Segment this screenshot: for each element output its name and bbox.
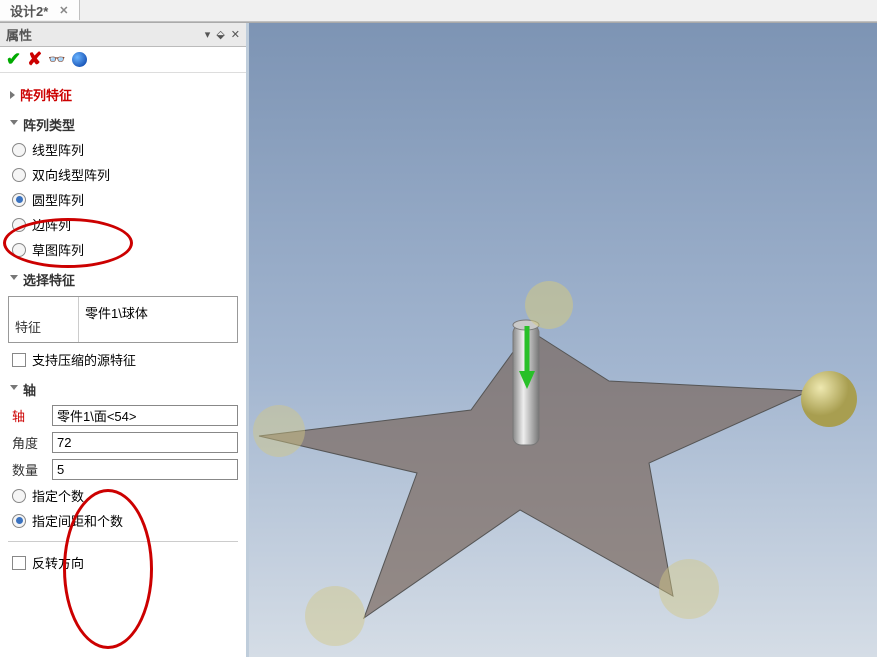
panel-dropdown-icon[interactable]: ▾ <box>205 28 211 41</box>
tab-close-icon[interactable]: ✕ <box>59 4 68 17</box>
section-select-feature[interactable]: 选择特征 <box>6 268 240 292</box>
pattern-sphere <box>659 559 719 619</box>
pattern-sphere <box>801 371 857 427</box>
count-label: 数量 <box>12 460 48 479</box>
feature-selection-box[interactable]: 特征 零件1\球体 <box>8 296 238 343</box>
option-sketch[interactable]: 草图阵列 <box>6 237 240 262</box>
option-edge[interactable]: 边阵列 <box>6 212 240 237</box>
axis-input[interactable] <box>52 405 238 426</box>
option-specify-pitch-count[interactable]: 指定间距和个数 <box>6 508 240 533</box>
option-linear[interactable]: 线型阵列 <box>6 137 240 162</box>
pattern-sphere <box>305 586 365 646</box>
expand-icon <box>10 385 18 394</box>
collapse-icon <box>10 91 15 99</box>
viewport-3d[interactable] <box>249 23 877 657</box>
option-support-compressed[interactable]: 支持压缩的源特征 <box>6 347 240 372</box>
axis-label: 轴 <box>12 406 48 425</box>
section-pattern-type[interactable]: 阵列类型 <box>6 113 240 137</box>
document-tab-bar: 设计2* ✕ <box>0 0 877 22</box>
angle-label: 角度 <box>12 433 48 452</box>
option-reverse-direction[interactable]: 反转方向 <box>6 550 240 575</box>
panel-close-icon[interactable]: ✕ <box>231 28 240 41</box>
expand-icon <box>10 120 18 129</box>
glasses-icon[interactable]: 👓 <box>48 51 65 68</box>
pattern-sphere <box>253 405 305 457</box>
count-input[interactable] <box>52 459 238 480</box>
section-pattern-feature[interactable]: 阵列特征 <box>6 83 240 107</box>
expand-icon <box>10 275 18 284</box>
panel-pin-icon[interactable]: ⬙ <box>216 28 224 41</box>
option-circular[interactable]: 圆型阵列 <box>6 187 240 212</box>
panel-toolbar: ✔ ✘ 👓 <box>0 47 246 73</box>
feature-value: 零件1\球体 <box>79 297 237 342</box>
cancel-icon[interactable]: ✘ <box>27 49 42 70</box>
panel-title: 属性 <box>6 25 32 44</box>
document-tab[interactable]: 设计2* ✕ <box>0 0 80 20</box>
option-bidir[interactable]: 双向线型阵列 <box>6 162 240 187</box>
option-specify-count[interactable]: 指定个数 <box>6 483 240 508</box>
appearance-icon[interactable] <box>72 52 87 67</box>
angle-input[interactable] <box>52 432 238 453</box>
tab-label: 设计2* <box>10 1 48 20</box>
properties-panel: 属性 ▾ ⬙ ✕ ✔ ✘ 👓 阵列特征 <box>0 23 249 657</box>
feature-label: 特征 <box>9 297 79 342</box>
section-axis[interactable]: 轴 <box>6 378 240 402</box>
pattern-sphere <box>525 281 573 329</box>
confirm-icon[interactable]: ✔ <box>6 49 21 70</box>
model-canvas <box>249 23 877 657</box>
